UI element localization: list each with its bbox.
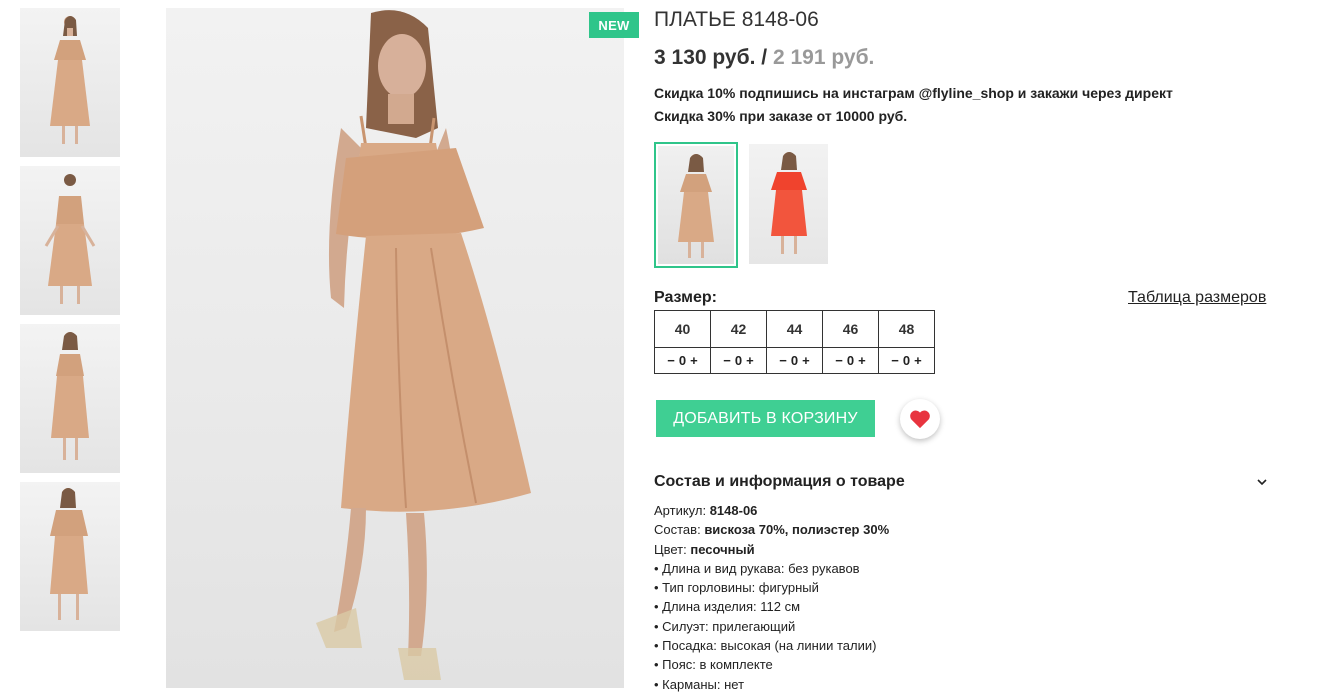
dress-side-photo [51, 332, 89, 460]
size-44: 44 [766, 310, 823, 348]
heart-icon [910, 410, 930, 429]
detail-bullet: • Длина и вид рукава: без рукавов [654, 560, 860, 576]
size-40: 40 [654, 310, 711, 348]
detail-bullet: • Пояс: в комплекте [654, 657, 773, 673]
size-42: 42 [710, 310, 767, 348]
minus-button[interactable]: − [723, 353, 731, 368]
dress-pose-photo [50, 488, 88, 620]
size-table: 40 42 44 46 48 − 0 + − 0 + − 0 + − 0 + −… [654, 310, 935, 374]
qty-value: 0 [678, 353, 687, 368]
size-label: Размер: [654, 289, 717, 306]
thumbnail-2[interactable] [20, 166, 120, 315]
size-46: 46 [822, 310, 879, 348]
beige-dress-photo [678, 154, 714, 258]
qty-stepper-44: − 0 + [766, 347, 823, 374]
new-badge: NEW [589, 12, 639, 38]
details-heading[interactable]: Состав и информация о товаре [654, 473, 1274, 491]
composition-value: вискоза 70%, полиэстер 30% [704, 522, 890, 538]
chevron-down-icon[interactable] [1256, 474, 1268, 492]
favorite-button[interactable] [900, 399, 940, 439]
price-separator: / [761, 46, 768, 69]
product-details: Артикул: 8148-06 Состав: вискоза 70%, по… [654, 501, 889, 694]
qty-value: 0 [902, 353, 911, 368]
price: 3 130 руб. / 2 191 руб. [654, 46, 874, 70]
thumbnail-1[interactable] [20, 8, 120, 157]
price-current: 3 130 руб. [654, 46, 756, 69]
plus-button[interactable]: + [914, 353, 922, 368]
thumbnail-4[interactable] [20, 482, 120, 631]
composition-label: Состав: [654, 522, 701, 538]
red-dress-photo [771, 152, 807, 254]
qty-stepper-42: − 0 + [710, 347, 767, 374]
product-title: ПЛАТЬЕ 8148-06 [654, 8, 819, 31]
qty-stepper-46: − 0 + [822, 347, 879, 374]
detail-bullet: • Карманы: нет [654, 676, 745, 692]
qty-stepper-48: − 0 + [878, 347, 935, 374]
color-value: песочный [690, 541, 755, 557]
color-row: Цвет: песочный [654, 540, 889, 559]
minus-button[interactable]: − [667, 353, 675, 368]
size-48: 48 [878, 310, 935, 348]
thumbnail-3[interactable] [20, 324, 120, 473]
plus-button[interactable]: + [690, 353, 698, 368]
qty-value: 0 [790, 353, 799, 368]
minus-button[interactable]: − [891, 353, 899, 368]
qty-stepper-40: − 0 + [654, 347, 711, 374]
add-to-cart-button[interactable]: ДОБАВИТЬ В КОРЗИНУ [656, 400, 875, 437]
main-product-image[interactable] [166, 8, 624, 688]
detail-bullet: • Тип горловины: фигурный [654, 580, 819, 596]
minus-button[interactable]: − [779, 353, 787, 368]
promo-bulk: Скидка 30% при заказе от 10000 руб. [654, 108, 908, 124]
plus-button[interactable]: + [858, 353, 866, 368]
color-label: Цвет: [654, 541, 687, 557]
dress-back-photo [44, 174, 96, 304]
dress-front-photo [50, 16, 90, 144]
thumbnail-gallery [20, 8, 120, 640]
price-old: 2 191 руб. [772, 46, 875, 69]
color-swatch-beige[interactable] [654, 142, 738, 268]
promo-instagram: Скидка 10% подпишись на инстаграм @flyli… [654, 85, 1173, 101]
qty-value: 0 [734, 353, 743, 368]
article-value: 8148-06 [709, 503, 758, 518]
detail-bullet: • Силуэт: прилегающий [654, 618, 796, 634]
detail-bullet: • Длина изделия: 112 см [654, 599, 801, 615]
qty-value: 0 [846, 353, 855, 368]
size-chart-link[interactable]: Таблица размеров [1128, 289, 1266, 307]
minus-button[interactable]: − [835, 353, 843, 368]
plus-button[interactable]: + [746, 353, 754, 368]
color-swatch-red[interactable] [749, 144, 828, 264]
article-row: Артикул: 8148-06 [654, 501, 889, 520]
plus-button[interactable]: + [802, 353, 810, 368]
model-dress-photo [316, 10, 531, 680]
detail-bullet: • Посадка: высокая (на линии талии) [654, 638, 877, 654]
composition-row: Состав: вискоза 70%, полиэстер 30% [654, 520, 889, 539]
article-label: Артикул: [654, 503, 707, 518]
